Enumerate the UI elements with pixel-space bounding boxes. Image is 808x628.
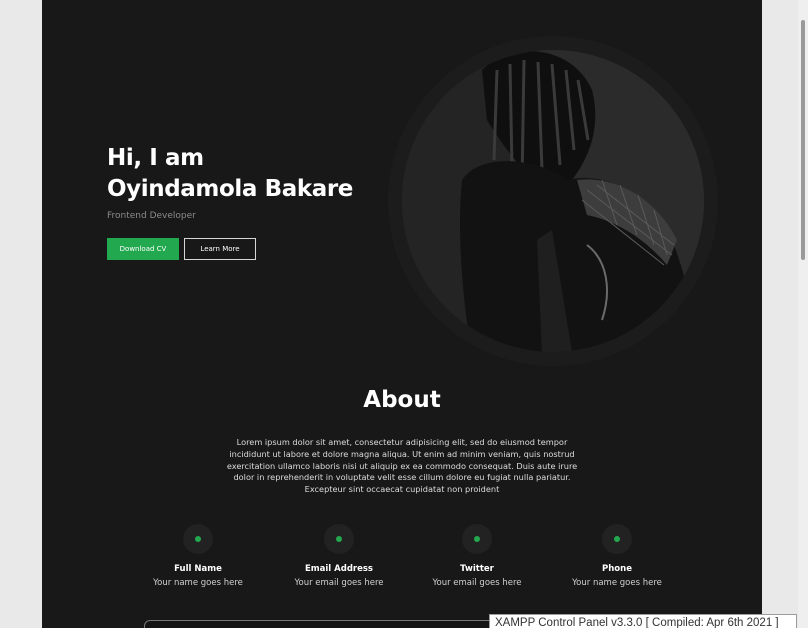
- contact-label: Email Address: [304, 564, 373, 574]
- about-paragraph: Lorem ipsum dolor sit amet, consectetur …: [226, 437, 578, 495]
- profile-photo: [402, 50, 704, 352]
- contact-value: Your name goes here: [153, 578, 243, 588]
- contact-item-twitter: Twitter Your email goes here: [407, 524, 547, 588]
- contact-label: Phone: [602, 564, 632, 574]
- contact-value: Your email goes here: [294, 578, 384, 588]
- contact-list: Full Name Your name goes here Email Addr…: [42, 524, 762, 594]
- portrait-ring: [388, 36, 718, 366]
- contact-item-phone: Phone Your name goes here: [547, 524, 687, 588]
- about-title: About: [363, 387, 441, 413]
- page-scrollbar[interactable]: [798, 0, 808, 628]
- contact-label: Full Name: [174, 564, 222, 574]
- contact-value: Your name goes here: [572, 578, 662, 588]
- contact-item-email: Email Address Your email goes here: [269, 524, 409, 588]
- green-dot-icon: [324, 524, 354, 554]
- contact-label: Twitter: [460, 564, 494, 574]
- learn-more-button[interactable]: Learn More: [184, 238, 256, 260]
- green-dot-icon: [462, 524, 492, 554]
- xampp-tooltip: XAMPP Control Panel v3.3.0 [ Compiled: A…: [489, 614, 797, 628]
- profile-photo-illustration: [402, 50, 704, 352]
- green-dot-icon: [602, 524, 632, 554]
- contact-value: Your email goes here: [432, 578, 522, 588]
- scrollbar-thumb[interactable]: [801, 20, 805, 260]
- hero-role: Frontend Developer: [107, 211, 196, 221]
- hero-name: Oyindamola Bakare: [107, 176, 353, 202]
- hero-section: Hi, I am Oyindamola Bakare Frontend Deve…: [107, 143, 407, 260]
- hero-buttons: Download CV Learn More: [107, 238, 407, 260]
- contact-form-edge: [144, 620, 504, 628]
- download-cv-button[interactable]: Download CV: [107, 238, 179, 260]
- hero-greeting: Hi, I am: [107, 145, 204, 171]
- portfolio-page: Hi, I am Oyindamola Bakare Frontend Deve…: [42, 0, 762, 628]
- contact-item-full-name: Full Name Your name goes here: [128, 524, 268, 588]
- green-dot-icon: [183, 524, 213, 554]
